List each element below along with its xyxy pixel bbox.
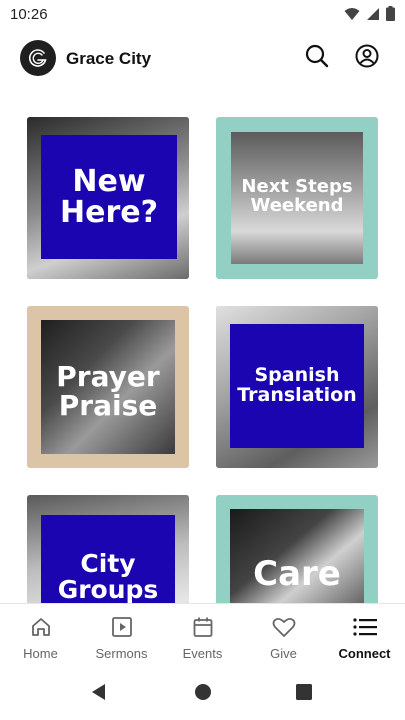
- home-icon: [28, 614, 54, 640]
- account-icon: [355, 44, 379, 73]
- nav-label: Sermons: [95, 646, 148, 661]
- recents-button[interactable]: [293, 683, 315, 705]
- tile-label: New Here?: [41, 135, 177, 259]
- back-button[interactable]: [88, 683, 110, 705]
- app-header: Grace City: [0, 38, 405, 82]
- bottom-nav: Home Sermons Events Give Connect: [0, 603, 405, 663]
- account-button[interactable]: [354, 44, 380, 73]
- tile-spanish-translation[interactable]: Spanish Translation: [216, 306, 378, 468]
- nav-item-give[interactable]: Give: [243, 604, 324, 663]
- nav-label: Connect: [338, 646, 391, 661]
- heart-icon: [271, 614, 297, 640]
- cellular-signal-icon: [366, 7, 380, 21]
- back-icon: [90, 683, 108, 706]
- nav-label: Events: [182, 646, 223, 661]
- tile-label: Next Steps Weekend: [241, 176, 353, 216]
- battery-icon: [386, 6, 395, 21]
- nav-item-connect[interactable]: Connect: [324, 604, 405, 663]
- search-button[interactable]: [304, 44, 330, 73]
- nav-item-events[interactable]: Events: [162, 604, 243, 663]
- tile-city-groups[interactable]: City Groups: [27, 495, 189, 603]
- home-system-button[interactable]: [192, 683, 214, 705]
- wifi-icon: [344, 7, 360, 21]
- play-square-icon: [109, 614, 135, 640]
- nav-label: Give: [270, 646, 297, 661]
- search-icon: [305, 44, 329, 73]
- tile-label: City Groups: [41, 515, 175, 603]
- tile-label: Spanish Translation: [230, 324, 364, 448]
- nav-item-home[interactable]: Home: [0, 604, 81, 663]
- tile-care[interactable]: Care: [216, 495, 378, 603]
- list-icon: [352, 614, 378, 640]
- status-icons: [344, 6, 395, 21]
- tile-label: Prayer Praise: [56, 359, 160, 422]
- tile-next-steps-weekend[interactable]: Next Steps Weekend: [216, 117, 378, 279]
- tile-new-here[interactable]: New Here?: [27, 117, 189, 279]
- connect-grid: New Here? Next Steps Weekend Prayer Prai…: [0, 117, 405, 603]
- recents-icon: [295, 683, 313, 706]
- status-bar: 10:26: [0, 0, 405, 28]
- nav-item-sermons[interactable]: Sermons: [81, 604, 162, 663]
- nav-label: Home: [23, 646, 58, 661]
- status-time: 10:26: [10, 6, 48, 23]
- home-circle-icon: [194, 683, 212, 706]
- tile-label: Care: [253, 554, 341, 595]
- grace-city-logo-icon[interactable]: [20, 40, 56, 76]
- system-nav: [0, 670, 405, 720]
- calendar-icon: [190, 614, 216, 640]
- app-title: Grace City: [66, 49, 152, 68]
- tile-prayer-praise[interactable]: Prayer Praise: [27, 306, 189, 468]
